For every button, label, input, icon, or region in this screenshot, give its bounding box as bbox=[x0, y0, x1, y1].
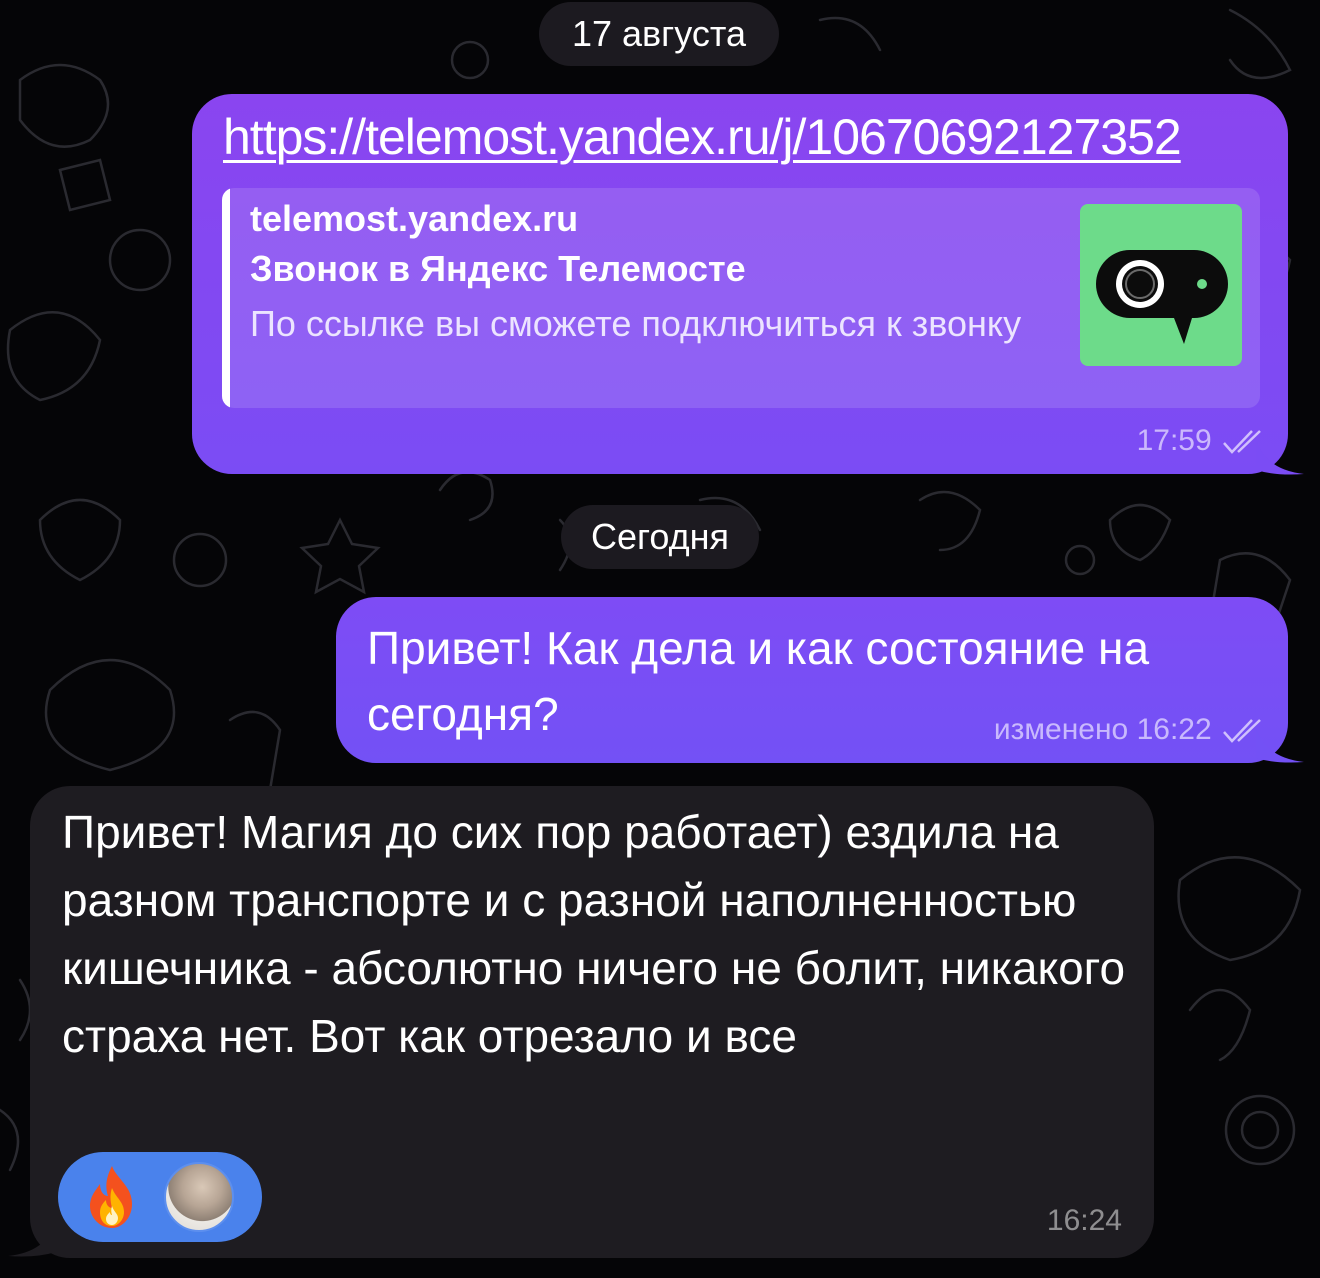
bubble-tail-outgoing bbox=[1256, 728, 1304, 763]
message-time: 16:22 bbox=[1136, 713, 1212, 746]
telemost-camera-icon bbox=[1096, 250, 1228, 344]
link-preview-site: telemost.yandex.ru bbox=[250, 198, 579, 239]
link-preview-accent-bar bbox=[222, 188, 230, 408]
bubble-tail-outgoing bbox=[1256, 440, 1304, 475]
fire-emoji-icon bbox=[90, 1166, 132, 1228]
link-preview-thumbnail bbox=[1080, 204, 1242, 366]
reactor-avatar[interactable] bbox=[164, 1162, 234, 1232]
message-text: Привет! Магия до сих пор работает) ездил… bbox=[62, 806, 1126, 1062]
outgoing-message-link[interactable]: https://telemost.yandex.ru/j/10670692127… bbox=[192, 94, 1288, 474]
edited-label: изменено bbox=[993, 713, 1129, 746]
message-meta: изменено 16:22 bbox=[994, 713, 1266, 747]
date-separator-aug17: 17 августа bbox=[539, 2, 779, 66]
link-preview-description: По ссылке вы сможете подключиться к звон… bbox=[250, 303, 1022, 344]
link-preview-title: Звонок в Яндекс Телемосте bbox=[250, 248, 746, 289]
message-time: 17:59 bbox=[1136, 424, 1212, 457]
message-meta: 17:59 bbox=[1137, 424, 1266, 458]
reaction-pill[interactable] bbox=[58, 1152, 262, 1242]
incoming-message[interactable]: Привет! Магия до сих пор работает) ездил… bbox=[30, 786, 1154, 1258]
bubble-tail-incoming bbox=[8, 1222, 56, 1257]
message-link[interactable]: https://telemost.yandex.ru/j/10670692127… bbox=[223, 108, 1182, 166]
link-preview-card[interactable]: telemost.yandex.ru Звонок в Яндекс Телем… bbox=[222, 188, 1260, 408]
outgoing-message-text[interactable]: Привет! Как дела и как состояние на сего… bbox=[336, 597, 1288, 763]
message-time: 16:24 bbox=[1046, 1204, 1122, 1237]
date-separator-today: Сегодня bbox=[561, 505, 759, 569]
